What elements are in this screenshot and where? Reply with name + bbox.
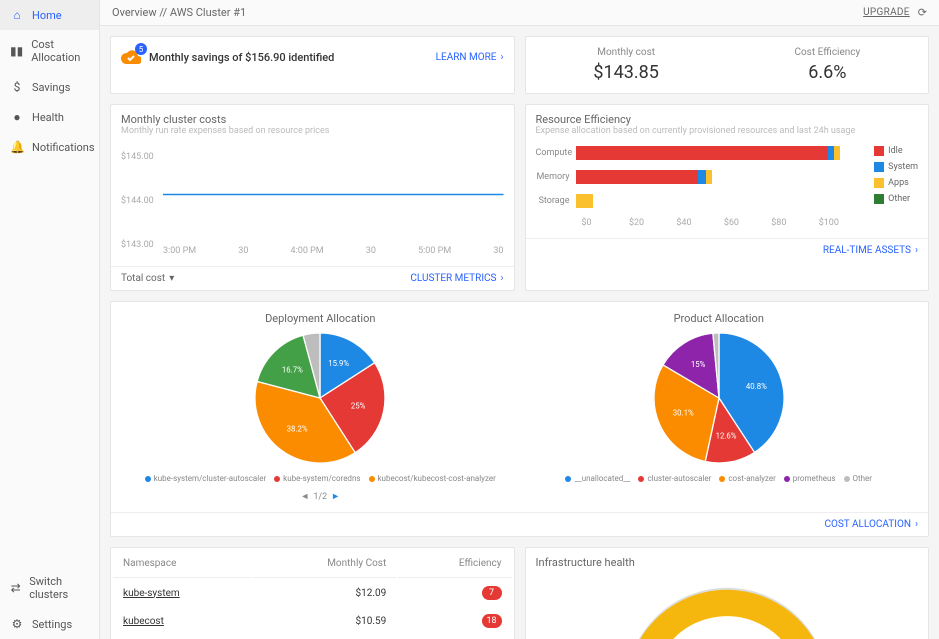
- col-efficiency: Efficiency: [398, 550, 511, 578]
- bell-icon: 🔔: [10, 140, 24, 154]
- next-icon[interactable]: ►: [331, 491, 340, 502]
- pie-title: Deployment Allocation: [121, 312, 520, 325]
- sidebar-item-label: Savings: [32, 81, 70, 94]
- sidebar-item-label: Notifications: [32, 141, 95, 154]
- pie-legend: kube-system/cluster-autoscaler kube-syst…: [121, 474, 520, 502]
- svg-text:40.8%: 40.8%: [746, 382, 767, 391]
- upgrade-link[interactable]: UPGRADE: [863, 7, 910, 18]
- sidebar-item-health[interactable]: ● Health: [0, 102, 99, 132]
- chevron-right-icon: ›: [915, 245, 918, 256]
- legend: Idle System Apps Other: [874, 146, 918, 228]
- sidebar-item-home[interactable]: ⌂ Home: [0, 0, 99, 30]
- efficiency-badge: 18: [482, 614, 502, 628]
- pie-legend: __unallocated__ cluster-autoscaler cost-…: [520, 474, 919, 483]
- efficiency-badge: 7: [482, 586, 502, 600]
- savings-card: 5 Monthly savings of $156.90 identified …: [110, 36, 515, 94]
- monthly-cost-label: Monthly cost: [536, 47, 717, 58]
- allocation-card: Deployment Allocation 15.9% 25% 38.2% 16.7%…: [110, 301, 929, 537]
- svg-text:15.9%: 15.9%: [328, 359, 349, 368]
- sidebar-item-label: Switch clusters: [29, 575, 89, 601]
- sidebar-item-label: Home: [32, 9, 62, 22]
- col-cost: Monthly Cost: [253, 550, 396, 578]
- card-subtitle: Monthly run rate expenses based on resou…: [111, 126, 514, 136]
- switch-icon: ⇄: [10, 581, 21, 595]
- home-icon: ⌂: [10, 8, 24, 22]
- svg-text:38.2%: 38.2%: [287, 425, 308, 434]
- chevron-right-icon: ›: [500, 273, 503, 284]
- chevron-right-icon: ›: [915, 519, 918, 530]
- cost-cell: $12.09: [253, 580, 396, 606]
- cost-eff-label: Cost Efficiency: [737, 47, 918, 58]
- svg-text:15%: 15%: [691, 360, 706, 369]
- chevron-down-icon: ▾: [169, 273, 174, 284]
- real-time-assets-link[interactable]: REAL-TIME ASSETS ›: [823, 245, 918, 256]
- svg-text:30.1%: 30.1%: [673, 409, 694, 418]
- cost-eff-value: 6.6%: [737, 62, 918, 83]
- sidebar-item-label: Settings: [32, 618, 72, 631]
- cost-allocation-link[interactable]: COST ALLOCATION ›: [824, 519, 918, 530]
- sidebar-item-switch-clusters[interactable]: ⇄ Switch clusters: [0, 567, 99, 609]
- monthly-cost-value: $143.85: [536, 62, 717, 83]
- cost-cell: $10.59: [253, 608, 396, 634]
- table-row[interactable]: kube-system $12.09 7: [113, 580, 512, 606]
- product-pie: 40.8% 12.6% 30.1% 15%: [654, 333, 784, 463]
- pie-title: Product Allocation: [520, 312, 919, 325]
- card-title: Infrastructure health: [526, 548, 929, 569]
- savings-text: Monthly savings of $156.90 identified: [149, 51, 334, 64]
- sidebar-item-settings[interactable]: ⚙ Settings: [0, 609, 99, 639]
- prev-icon[interactable]: ◄: [300, 491, 309, 502]
- pie-pager[interactable]: ◄ 1/2 ►: [300, 491, 340, 502]
- svg-text:25%: 25%: [351, 401, 366, 410]
- resource-efficiency-card: Resource Efficiency Expense allocation b…: [525, 104, 930, 291]
- dollar-icon: $: [10, 80, 24, 94]
- cloud-check-icon: 5: [121, 47, 141, 67]
- sidebar-item-label: Cost Allocation: [31, 38, 89, 64]
- sidebar: ⌂ Home ▮▮ Cost Allocation $ Savings ● He…: [0, 0, 100, 639]
- col-namespace: Namespace: [113, 550, 251, 578]
- stats-card: Monthly cost $143.85 Cost Efficiency 6.6…: [525, 36, 930, 94]
- alert-icon: ●: [10, 110, 24, 124]
- namespace-table-card: Namespace Monthly Cost Efficiency kube-s…: [110, 547, 515, 639]
- namespace-link[interactable]: kube-system: [123, 588, 180, 599]
- learn-more-link[interactable]: LEARN MORE ›: [436, 52, 504, 63]
- monthly-costs-card: Monthly cluster costs Monthly run rate e…: [110, 104, 515, 291]
- namespace-table: Namespace Monthly Cost Efficiency kube-s…: [111, 548, 514, 636]
- total-cost-dropdown[interactable]: Total cost ▾: [121, 273, 174, 284]
- card-subtitle: Expense allocation based on currently pr…: [526, 126, 929, 136]
- refresh-icon[interactable]: ⟳: [918, 6, 927, 19]
- namespace-link[interactable]: kubecost: [123, 616, 164, 627]
- stacked-bar-chart: Compute Memory Storage $0$20 $40$60 $80$…: [526, 136, 929, 238]
- line-chart: $145.00 $144.00 $143.00 3:00 PM30 4:00 P…: [121, 146, 504, 256]
- card-title: Resource Efficiency: [526, 105, 929, 126]
- table-row[interactable]: kubecost $10.59 18: [113, 608, 512, 634]
- chevron-right-icon: ›: [500, 52, 503, 63]
- gear-icon: ⚙: [10, 617, 24, 631]
- card-title: Monthly cluster costs: [111, 105, 514, 126]
- cluster-metrics-link[interactable]: CLUSTER METRICS ›: [410, 273, 503, 284]
- breadcrumb: Overview // AWS Cluster #1: [112, 6, 246, 19]
- sidebar-item-savings[interactable]: $ Savings: [0, 72, 99, 102]
- sidebar-item-notifications[interactable]: 🔔 Notifications: [0, 132, 99, 162]
- health-gauge: [617, 579, 837, 639]
- svg-text:16.7%: 16.7%: [282, 366, 303, 375]
- health-card: Infrastructure health 87 Your health sco…: [525, 547, 930, 639]
- savings-badge: 5: [135, 43, 147, 55]
- sidebar-item-cost-allocation[interactable]: ▮▮ Cost Allocation: [0, 30, 99, 72]
- deployment-pie: 15.9% 25% 38.2% 16.7%: [255, 333, 385, 463]
- topbar: Overview // AWS Cluster #1 UPGRADE ⟳: [100, 0, 939, 26]
- svg-text:12.6%: 12.6%: [715, 431, 736, 440]
- bar-icon: ▮▮: [10, 44, 23, 58]
- sidebar-item-label: Health: [32, 111, 64, 124]
